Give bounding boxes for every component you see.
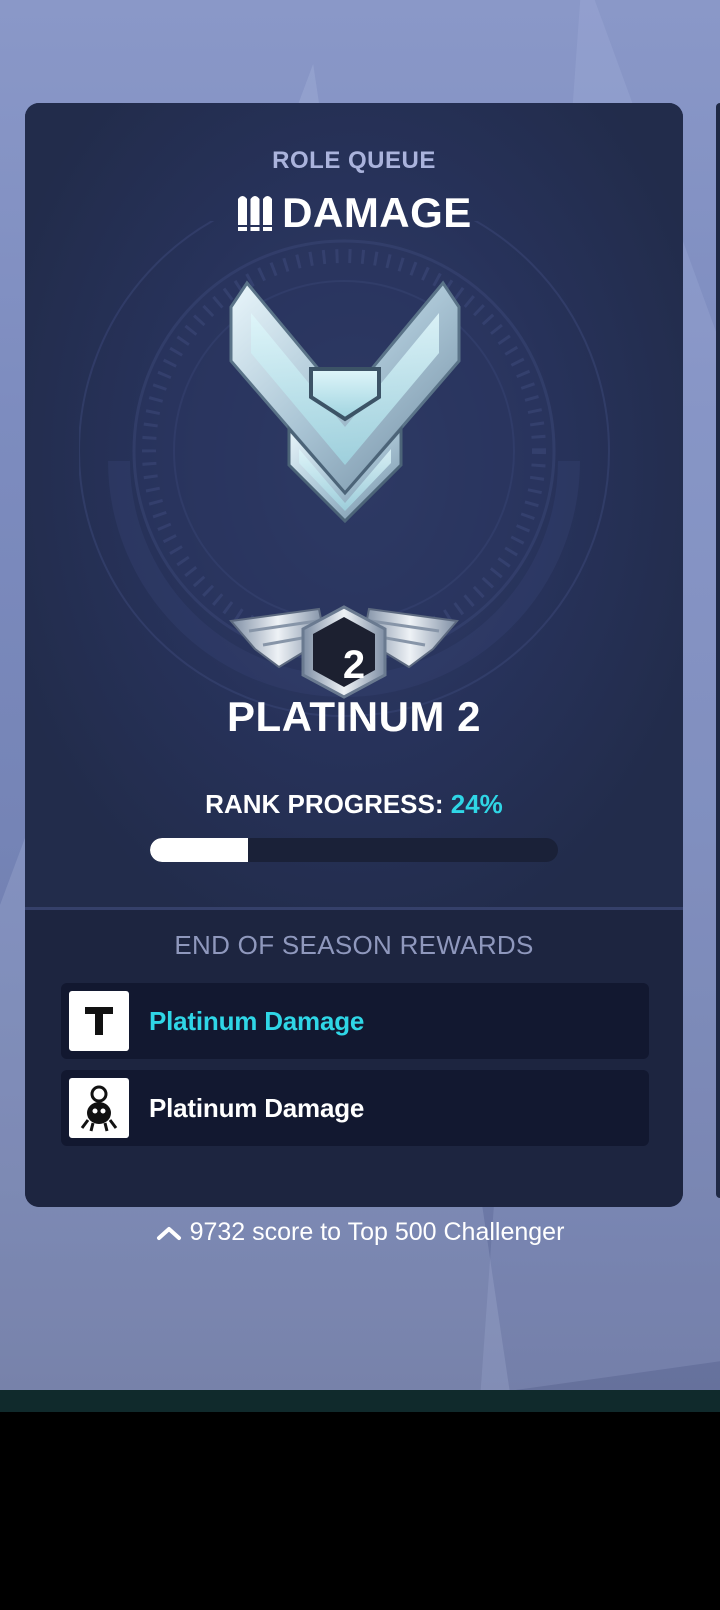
chevron-up-icon (156, 1224, 182, 1242)
spray-icon (69, 1078, 129, 1138)
rank-progress-text: RANK PROGRESS: (205, 789, 444, 819)
top-500-hint-text: 9732 score to Top 500 Challenger (189, 1218, 565, 1246)
bottom-strip (0, 1390, 720, 1412)
rewards-title: END OF SEASON REWARDS (174, 930, 534, 960)
reward-item[interactable]: Platinum Damage (61, 1070, 649, 1146)
rank-progress-percent: 24% (450, 789, 503, 819)
reward-label: Platinum Damage (149, 1092, 365, 1123)
reward-item[interactable]: Platinum Damage (61, 983, 649, 1059)
title-icon (69, 991, 129, 1051)
next-card-edge[interactable] (716, 103, 720, 1198)
rank-progress-fill (150, 838, 248, 862)
rank-progress-bar (150, 838, 558, 862)
rank-card[interactable]: ROLE QUEUE DAMAGE 2 PLATINUM 2 RANK PROG… (25, 103, 683, 1207)
division-number: 2 (342, 643, 366, 687)
rank-progress-label: RANK PROGRESS: 24% (25, 789, 683, 820)
rank-name: PLATINUM 2 (227, 693, 481, 740)
reward-label: Platinum Damage (149, 1005, 365, 1036)
queue-type-label: ROLE QUEUE (272, 147, 436, 174)
top-500-hint: 9732 score to Top 500 Challenger (0, 1218, 720, 1247)
